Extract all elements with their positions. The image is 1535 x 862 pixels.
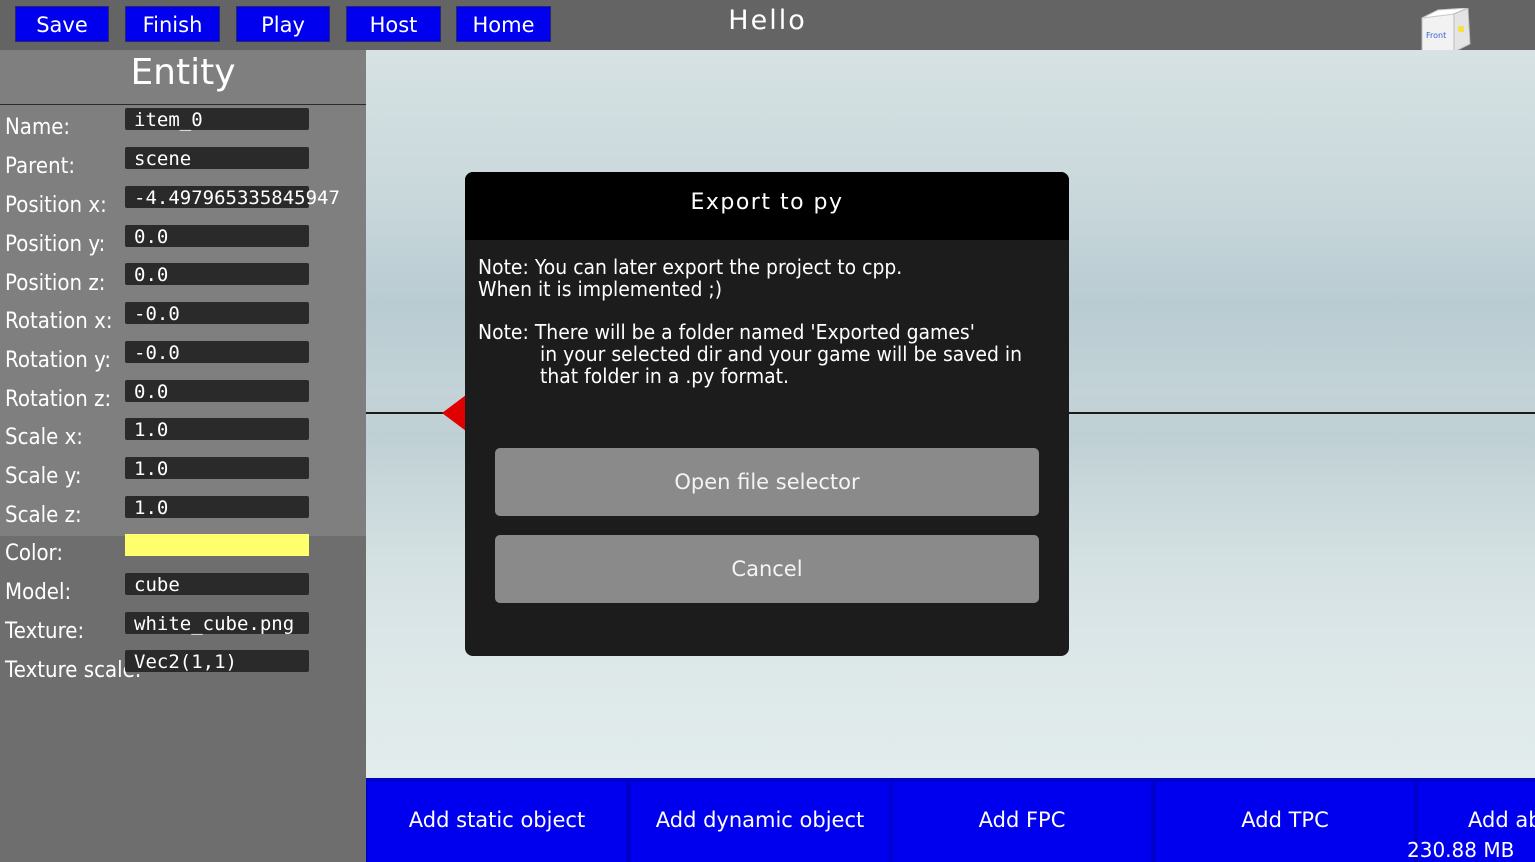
panel-title: Entity: [130, 52, 236, 93]
top-toolbar: Save Finish Play Host Home Hello Front: [0, 0, 1535, 53]
entity-panel: Entity Name: item_0 Parent: scene Positi…: [0, 50, 366, 862]
name-field[interactable]: item_0: [125, 108, 309, 131]
app-title: Hello: [728, 5, 807, 36]
texture-field[interactable]: white_cube.png: [125, 612, 309, 635]
memory-usage: 230.88 MB: [1407, 838, 1515, 862]
name-label: Name:: [5, 115, 71, 140]
note-folder-line1: Note: There will be a folder named 'Expo…: [478, 320, 975, 344]
note-folder-line2: in your selected dir and your game will …: [540, 342, 1023, 366]
rotation-y-label: Rotation y:: [5, 348, 112, 373]
view-cube-icon[interactable]: Front: [1418, 8, 1476, 54]
view-cube-front-label: Front: [1426, 31, 1446, 40]
texture-label: Texture:: [5, 619, 85, 644]
position-x-label: Position x:: [5, 193, 107, 218]
add-fpc-button[interactable]: Add FPC: [893, 782, 1151, 862]
scale-z-label: Scale z:: [5, 503, 82, 528]
cancel-button[interactable]: Cancel: [495, 535, 1039, 603]
rotation-x-label: Rotation x:: [5, 309, 113, 334]
position-y-label: Position y:: [5, 232, 106, 257]
model-field[interactable]: cube: [125, 573, 309, 596]
bottom-toolbar: Add static object Add dynamic object Add…: [366, 778, 1535, 862]
open-file-selector-button[interactable]: Open file selector: [495, 448, 1039, 516]
rotation-z-label: Rotation z:: [5, 387, 112, 412]
scale-z-field[interactable]: 1.0: [125, 496, 309, 519]
position-y-field[interactable]: 0.0: [125, 225, 309, 248]
rotation-y-field[interactable]: -0.0: [125, 341, 309, 364]
add-static-object-button[interactable]: Add static object: [368, 782, 626, 862]
translate-gizmo-arrow-icon[interactable]: [442, 395, 466, 431]
position-z-field[interactable]: 0.0: [125, 263, 309, 286]
model-label: Model:: [5, 580, 72, 605]
scale-y-field[interactable]: 1.0: [125, 457, 309, 480]
texture-scale-field[interactable]: Vec2(1,1): [125, 650, 309, 673]
export-dialog: Export to py Note: You can later export …: [465, 172, 1069, 656]
scale-x-label: Scale x:: [5, 425, 83, 450]
note-folder-line3: that folder in a .py format.: [540, 364, 790, 388]
note-cpp-line2: When it is implemented ;): [478, 277, 723, 301]
parent-label: Parent:: [5, 154, 76, 179]
texture-scale-label: Texture scale:: [5, 658, 142, 683]
rotation-z-field[interactable]: 0.0: [125, 380, 309, 403]
note-cpp-line1: Note: You can later export the project t…: [478, 255, 903, 279]
scale-y-label: Scale y:: [5, 464, 82, 489]
parent-field[interactable]: scene: [125, 147, 309, 170]
add-tpc-button[interactable]: Add TPC: [1156, 782, 1414, 862]
scale-x-field[interactable]: 1.0: [125, 418, 309, 441]
color-swatch[interactable]: [125, 534, 309, 556]
position-x-field[interactable]: -4.497965335845947: [125, 186, 340, 209]
panel-divider: [0, 104, 366, 105]
add-dynamic-object-button[interactable]: Add dynamic object: [631, 782, 889, 862]
dialog-title: Export to py: [690, 190, 844, 215]
position-z-label: Position z:: [5, 271, 106, 296]
rotation-x-field[interactable]: -0.0: [125, 302, 309, 325]
color-label: Color:: [5, 541, 64, 566]
